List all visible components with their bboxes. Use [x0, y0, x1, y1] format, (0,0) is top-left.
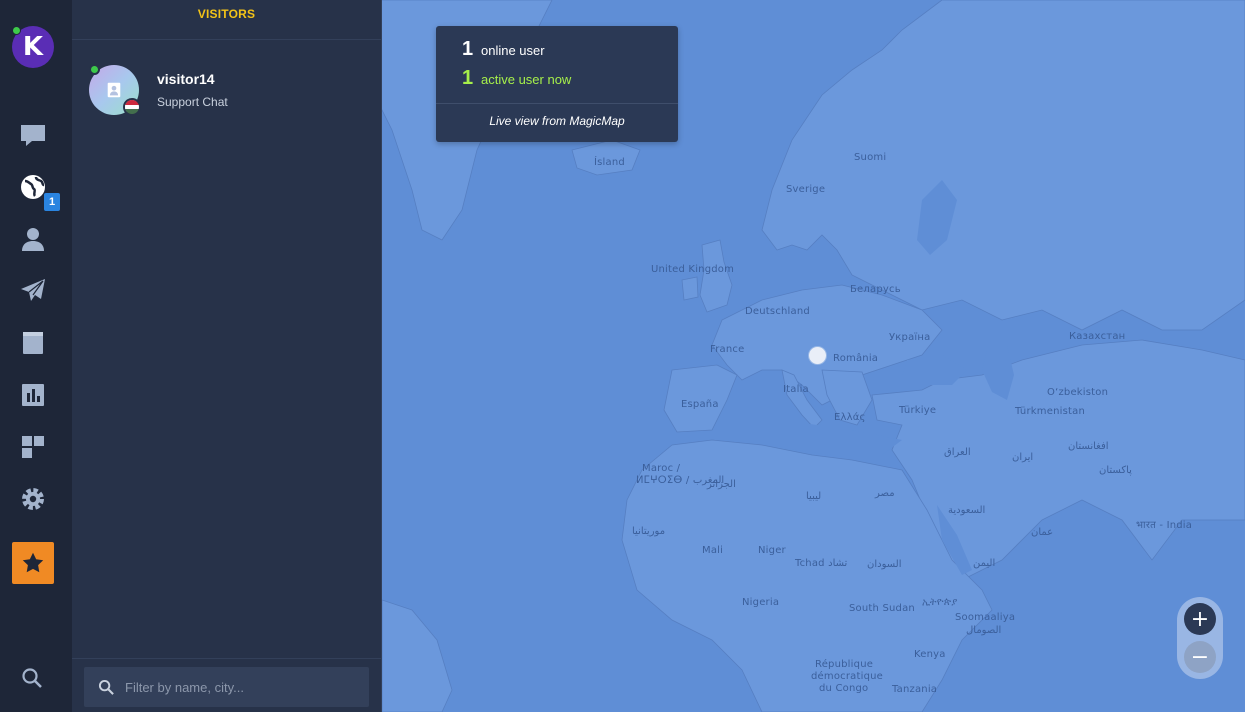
filter-box [84, 667, 369, 707]
map-label-egypt: مصر [875, 488, 895, 499]
map-label-tanzania: Tanzania [892, 684, 938, 695]
map-label-island: Ísland [594, 157, 625, 168]
map-label-iran: ایران [1012, 452, 1034, 463]
map-label-suomi: Suomi [854, 152, 887, 163]
map-label-nigeria: Nigeria [742, 597, 780, 608]
send-icon[interactable] [18, 276, 48, 306]
map-label-ethiopia: ኢትዮጵያ [922, 597, 958, 608]
active-users-row: 1 active user now [462, 67, 571, 90]
zoom-controls: + − [1177, 597, 1223, 679]
map-label-afghanistan: افغانستان [1068, 441, 1109, 452]
map-label-drc-1: République [815, 659, 874, 670]
panel-title: VISITORS [197, 6, 256, 21]
map-label-ukraina: Україна [889, 332, 931, 343]
card-divider [436, 103, 678, 104]
book-icon[interactable] [18, 328, 48, 358]
map-label-kenya: Kenya [914, 649, 946, 660]
visitors-count-badge: 1 [44, 193, 60, 211]
map-label-pakistan: پاکستان [1099, 465, 1132, 476]
map-label-south-sudan: South Sudan [849, 603, 915, 614]
map-label-espana: España [681, 399, 719, 410]
user-icon[interactable] [18, 224, 48, 254]
country-flag-icon [123, 98, 141, 116]
online-count: 1 [462, 38, 474, 60]
search-icon[interactable] [20, 666, 46, 692]
map-label-somalia-2: الصومال [966, 625, 1002, 636]
world-map[interactable]: Ísland Suomi Sverige United Kingdom Бела… [382, 0, 1245, 712]
online-users-row: 1 online user [462, 38, 545, 61]
map-label-turkiye: Türkiye [899, 405, 937, 416]
map-label-uk: United Kingdom [651, 264, 735, 275]
map-label-maroc: Maroc / [642, 463, 681, 474]
filter-bar [72, 658, 382, 712]
filter-input[interactable] [125, 679, 355, 695]
apps-icon[interactable] [18, 432, 48, 462]
live-stats-card: 1 online user 1 active user now Live vie… [436, 26, 678, 142]
map-label-somalia: Soomaaliya [955, 612, 1016, 623]
filter-search-icon [98, 679, 114, 695]
map-label-kazakhstan: Казахстан [1069, 331, 1126, 342]
map-label-drc-2: démocratique [811, 671, 884, 682]
map-label-algeria: الجزائر [707, 479, 736, 490]
chat-icon[interactable] [18, 120, 48, 150]
gear-icon[interactable] [18, 484, 48, 514]
panel-header: VISITORS [72, 0, 381, 40]
online-label: online user [481, 43, 545, 58]
map-label-belarus: Беларусь [850, 284, 901, 295]
map-label-tchad: Tchad تشاد [795, 558, 848, 569]
visitors-panel: VISITORS visitor14 Support Chat [72, 0, 382, 712]
map-label-mali: Mali [702, 545, 724, 556]
chart-icon[interactable] [18, 380, 48, 410]
map-label-yemen: اليمن [973, 558, 996, 569]
map-label-sverige: Sverige [786, 184, 826, 195]
map-label-mauritania: موريتانيا [632, 526, 666, 537]
map-label-india: भारत - India [1136, 520, 1193, 531]
active-count: 1 [462, 67, 474, 89]
visitor-subtitle: Support Chat [157, 95, 228, 109]
star-icon [22, 552, 44, 573]
map-label-drc-3: du Congo [819, 683, 869, 694]
visitor-location-marker[interactable] [809, 347, 826, 364]
map-label-niger: Niger [758, 545, 786, 556]
map-label-ellas: Ελλάς [834, 412, 866, 423]
logo-letter: K [22, 32, 44, 62]
zoom-in-button[interactable]: + [1184, 603, 1216, 635]
live-view-caption: Live view from MagicMap [489, 114, 625, 128]
visitor-list-item[interactable]: visitor14 Support Chat [89, 64, 369, 120]
zoom-out-button[interactable]: − [1184, 641, 1216, 673]
user-silhouette-icon [107, 82, 121, 98]
map-label-italia: Italia [783, 384, 809, 395]
map-label-sudan: السودان [867, 559, 902, 570]
map-label-saudi: السعودية [948, 505, 986, 516]
map-label-oman: عمان [1031, 527, 1054, 538]
map-label-turkmenistan: Türkmenistan [1015, 406, 1085, 417]
visitor-name: visitor14 [157, 71, 215, 87]
map-label-romania: România [833, 353, 879, 364]
icon-rail: K 1 [0, 0, 72, 712]
map-label-deutschland: Deutschland [745, 306, 810, 317]
visitor-online-dot [89, 64, 100, 75]
active-label: active user now [481, 72, 572, 87]
map-label-france: France [710, 344, 745, 355]
map-label-uzbekistan: O‘zbekiston [1047, 387, 1109, 398]
star-button[interactable] [12, 542, 54, 584]
map-label-iraq: العراق [944, 447, 971, 458]
online-status-dot [12, 26, 21, 35]
map-label-libya: ليبيا [806, 491, 822, 502]
